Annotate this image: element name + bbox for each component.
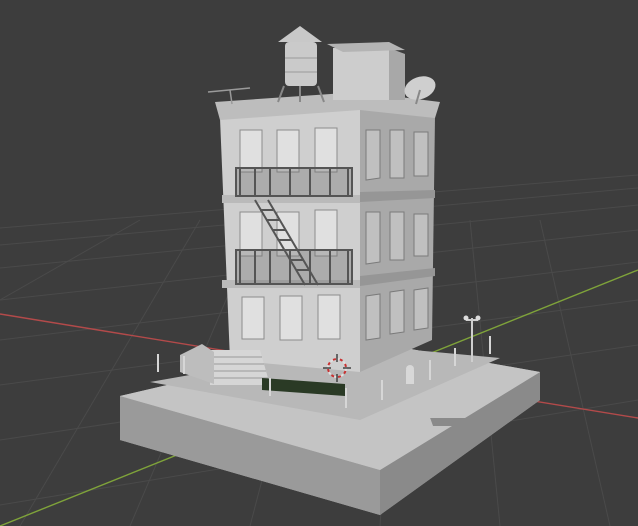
viewport-canvas[interactable] [0,0,638,526]
water-tower[interactable] [277,26,325,103]
roof-hut[interactable] [327,42,405,100]
storm-drain [430,418,472,426]
fire-hydrant [406,365,414,384]
building[interactable] [215,92,440,372]
3d-viewport[interactable] [0,0,638,526]
